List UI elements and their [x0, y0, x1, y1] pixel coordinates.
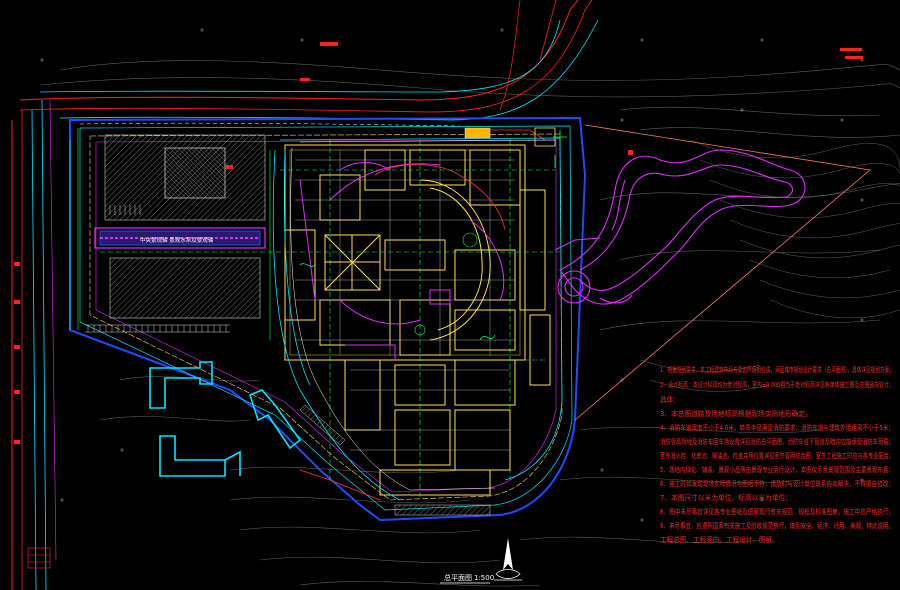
design-note-line: 室外消火栓、化粪池、隔油池、检查井等位置详见室外管网综合图，室外工程施工时应与各… [660, 451, 894, 460]
design-note-line: 消防登高场地及消防车回车场设置详见消防总平面图，消防车道下管道及暗沟应能承受消防… [660, 437, 894, 446]
design-note-line: 3、本总图道路及场地标高根据现场实测地形确定。 [660, 409, 812, 418]
design-notes: 1、根据规划要求，本工程建筑布局与周边环境相协调，满足城市规划设计要求（总平面图… [660, 365, 894, 544]
north-arrow-icon [494, 538, 522, 581]
design-note-line: 工程总图、工程竖向、工程设计、图纸。 [660, 535, 779, 544]
southwest-building-footprints [149, 361, 302, 477]
design-note-line: 2、设计标高：本设计标高均为绝对标高，室内±0.000相当于绝对标高详见各单体施… [660, 380, 894, 389]
design-note-line: 9、未尽事宜，应遵照国家有关施工及验收规范执行，做到安全、经济、适用、美观，特此… [660, 521, 894, 530]
design-note-line: 具体： [660, 395, 680, 404]
landscape-accents [299, 162, 505, 360]
plan-title: 总平面图 [444, 573, 472, 582]
design-note-line: 1、根据规划要求，本工程建筑布局与周边环境相协调，满足城市规划设计要求（总平面图… [660, 365, 894, 374]
bottom-left-legend [27, 547, 51, 569]
design-note-line: 7、本图尺寸以米为单位，标高以米为单位； [660, 493, 792, 502]
site-plan-canvas: 中央景观轴 景观水系及景观轴 总平面图 1:500 1、根据规划要求，本工程建筑… [11, 0, 900, 590]
plan-title-block: 总平面图 1:500 [440, 573, 494, 584]
design-note-line: 5、场地内绿化、铺装、景观小品等由景观专业另行设计，本图仅示意景观范围及主要景观… [660, 465, 894, 474]
east-landscape-garden [554, 149, 806, 305]
design-note-line: 6、施工时如发现现场实际情况与图纸不符，请及时与设计单位联系协商解决，不得擅自修… [660, 479, 894, 488]
inner-ring-road [272, 137, 563, 501]
design-note-line: 4、消防车道宽度不小于4.0米，转弯半径满足消防要求，消防车道与建筑外墙距离不小… [660, 423, 894, 432]
design-note-line: 8、图中未尽事宜详见各专业图纸及国家现行有关规范、规程及标准图集，施工中应严格执… [660, 507, 894, 516]
plan-scale: 1:500 [474, 574, 494, 582]
landscape-axis-label: 中央景观轴 景观水系及景观轴 [140, 236, 214, 244]
west-building-blocks [94, 134, 266, 319]
cad-site-plan-drawing: 中央景观轴 景观水系及景观轴 总平面图 1:500 1、根据规划要求，本工程建筑… [0, 0, 900, 590]
